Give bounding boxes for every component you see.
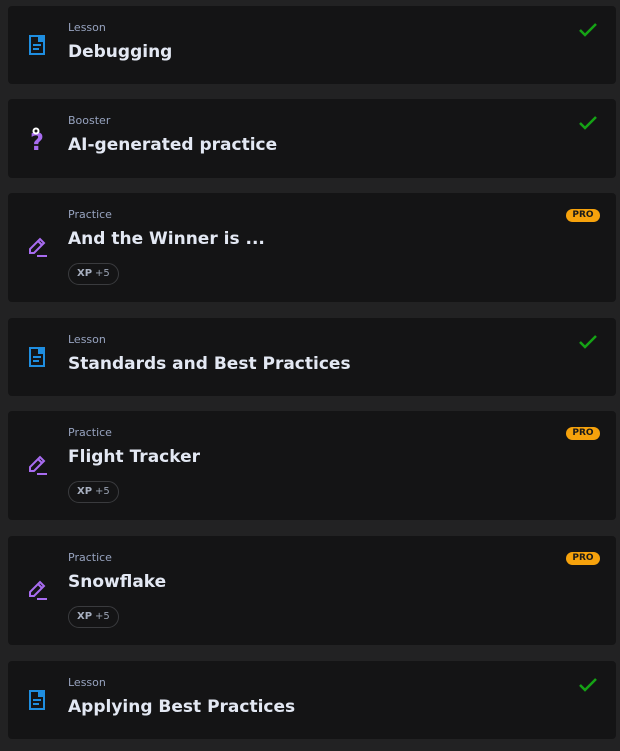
booster-card-ai-generated-practice[interactable]: ? Booster AI-generated practice bbox=[8, 99, 616, 178]
xp-label: XP bbox=[77, 486, 93, 497]
lesson-card-standards-and-best-practices[interactable]: Lesson Standards and Best Practices bbox=[8, 318, 616, 396]
xp-reward-pill: XP +5 bbox=[68, 481, 119, 503]
check-icon bbox=[578, 22, 598, 38]
lesson-icon bbox=[26, 345, 50, 369]
pro-badge: PRO bbox=[566, 209, 600, 222]
xp-value: +5 bbox=[95, 268, 110, 279]
xp-label: XP bbox=[77, 611, 93, 622]
item-type-label: Lesson bbox=[68, 333, 106, 346]
item-title: And the Winner is ... bbox=[68, 229, 265, 249]
practice-card-and-the-winner-is[interactable]: Practice And the Winner is ... PRO XP +5 bbox=[8, 193, 616, 302]
xp-value: +5 bbox=[95, 486, 110, 497]
practice-card-snowflake[interactable]: Practice Snowflake PRO XP +5 bbox=[8, 536, 616, 645]
xp-label: XP bbox=[77, 268, 93, 279]
xp-value: +5 bbox=[95, 611, 110, 622]
booster-question-icon: ? bbox=[26, 126, 50, 154]
xp-reward-pill: XP +5 bbox=[68, 606, 119, 628]
pro-badge: PRO bbox=[566, 427, 600, 440]
item-type-label: Lesson bbox=[68, 676, 106, 689]
pro-badge: PRO bbox=[566, 552, 600, 565]
check-icon bbox=[578, 115, 598, 131]
practice-pencil-icon bbox=[26, 235, 50, 259]
item-type-label: Lesson bbox=[68, 21, 106, 34]
lesson-card-debugging[interactable]: Lesson Debugging bbox=[8, 6, 616, 84]
item-title: Flight Tracker bbox=[68, 447, 201, 467]
item-title: AI-generated practice bbox=[68, 135, 278, 155]
item-title: Applying Best Practices bbox=[68, 697, 296, 717]
item-type-label: Practice bbox=[68, 551, 112, 564]
check-icon bbox=[578, 677, 598, 693]
lesson-icon bbox=[26, 688, 50, 712]
item-title: Snowflake bbox=[68, 572, 167, 592]
practice-pencil-icon bbox=[26, 453, 50, 477]
lesson-card-applying-best-practices[interactable]: Lesson Applying Best Practices bbox=[8, 661, 616, 739]
lesson-icon bbox=[26, 33, 50, 57]
xp-reward-pill: XP +5 bbox=[68, 263, 119, 285]
item-type-label: Booster bbox=[68, 114, 111, 127]
practice-card-flight-tracker[interactable]: Practice Flight Tracker PRO XP +5 bbox=[8, 411, 616, 520]
item-title: Standards and Best Practices bbox=[68, 354, 351, 374]
check-icon bbox=[578, 334, 598, 350]
item-type-label: Practice bbox=[68, 208, 112, 221]
item-title: Debugging bbox=[68, 42, 173, 62]
item-type-label: Practice bbox=[68, 426, 112, 439]
practice-pencil-icon bbox=[26, 578, 50, 602]
